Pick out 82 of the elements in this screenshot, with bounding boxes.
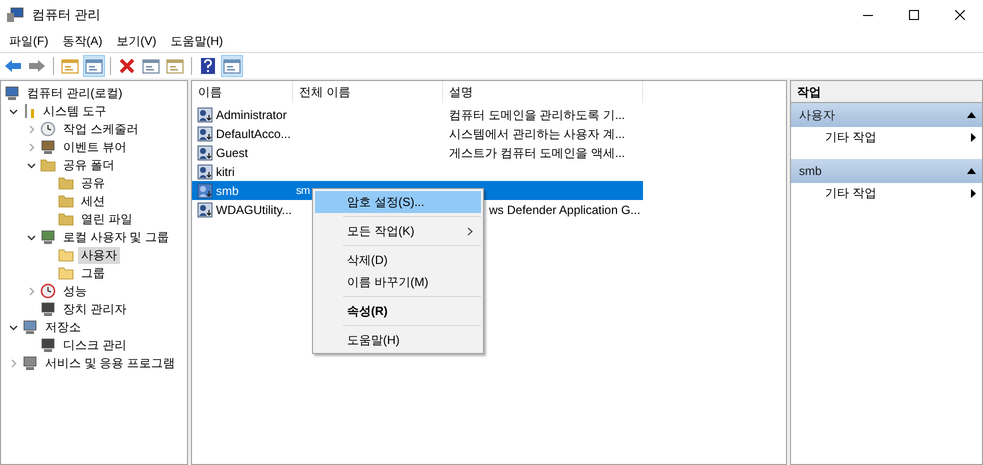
table-cell[interactable]: Guest — [216, 144, 248, 162]
submenu-chevron-icon — [467, 226, 473, 236]
expand-chevron-icon[interactable] — [26, 286, 36, 296]
collapse-chevron-icon[interactable] — [8, 322, 18, 332]
collapse-chevron-icon[interactable] — [26, 160, 36, 170]
action-section-header[interactable]: 사용자 — [791, 103, 982, 127]
computer-icon — [40, 302, 56, 316]
close-icon — [955, 10, 965, 20]
tree-item[interactable]: 서비스 및 응용 프로그램 — [42, 354, 178, 372]
tree-item[interactable]: 사용자 — [78, 246, 120, 264]
collapse-chevron-icon[interactable] — [26, 232, 36, 242]
table-cell: 컴퓨터 도메인을 관리하도록 기... — [449, 108, 626, 122]
table-cell: 게스트가 컴퓨터 도메인을 액세... — [449, 146, 626, 160]
action-item[interactable]: 기타 작업 — [791, 127, 982, 147]
menu-bar-item[interactable]: 동작(A) — [55, 32, 110, 50]
context-menu-item[interactable]: 삭제(D) — [315, 249, 481, 271]
actions-header: 작업 — [791, 81, 982, 103]
user-icon — [197, 202, 213, 218]
panel-icon — [223, 58, 241, 74]
document-icon — [142, 58, 160, 74]
menu-bar-item[interactable]: 도움말(H) — [163, 32, 230, 50]
table-cell[interactable]: Administrator — [216, 106, 287, 124]
expand-chevron-icon[interactable] — [8, 358, 18, 368]
window-title: 컴퓨터 관리 — [32, 6, 101, 24]
panel-icon — [85, 58, 103, 74]
menu-bar-item[interactable]: 파일(F) — [2, 32, 56, 50]
context-menu-item[interactable]: 도움말(H) — [315, 329, 481, 351]
menu-bar-item[interactable]: 보기(V) — [109, 32, 164, 50]
table-cell[interactable]: DefaultAcco... — [216, 124, 291, 142]
column-header[interactable]: 이름 — [192, 81, 293, 103]
tree-item[interactable]: 공유 폴더 — [60, 156, 118, 174]
table-cell[interactable]: WDAGUtility... — [216, 200, 292, 218]
tree-item[interactable]: 이벤트 뷰어 — [60, 138, 130, 156]
computer-icon — [40, 140, 56, 154]
help-icon — [200, 56, 216, 74]
context-menu-item[interactable]: 암호 설정(S)... — [315, 191, 481, 213]
action-item[interactable]: 기타 작업 — [791, 183, 982, 203]
tree-item[interactable]: 세션 — [78, 192, 108, 210]
tree-item[interactable]: 컴퓨터 관리(로컬) — [24, 84, 126, 102]
column-header[interactable]: 전체 이름 — [293, 81, 443, 103]
tree-item[interactable]: 디스크 관리 — [60, 336, 130, 354]
table-cell: sm — [296, 185, 310, 198]
gauge-icon — [40, 283, 56, 299]
computer-icon — [22, 356, 38, 370]
tree-item[interactable]: 저장소 — [42, 318, 84, 336]
context-menu-item[interactable]: 이름 바꾸기(M) — [315, 271, 481, 293]
user-icon — [197, 144, 213, 160]
collapse-chevron-icon[interactable] — [8, 106, 18, 116]
computer-icon — [40, 338, 56, 352]
tree-item[interactable]: 열린 파일 — [78, 210, 136, 228]
tree-item[interactable]: 로컬 사용자 및 그룹 — [60, 228, 172, 246]
user-icon — [197, 164, 213, 180]
tree-item[interactable]: 그룹 — [78, 264, 108, 282]
tree-item[interactable]: 시스템 도구 — [40, 102, 110, 120]
clock-icon — [40, 121, 56, 137]
minimize-icon — [863, 14, 873, 16]
user-icon — [197, 126, 213, 142]
context-menu-item[interactable]: 속성(R) — [315, 300, 481, 322]
computer-icon — [22, 320, 38, 334]
context-menu-item[interactable]: 모든 작업(K) — [315, 220, 481, 242]
submenu-triangle-icon — [971, 132, 976, 142]
document-icon — [166, 58, 184, 74]
forward-arrow-icon — [28, 58, 46, 72]
user-icon — [197, 182, 213, 198]
back-arrow-icon — [4, 58, 22, 72]
close-icon — [119, 58, 135, 74]
tree-item[interactable]: 장치 관리자 — [60, 300, 130, 318]
maximize-icon — [909, 10, 919, 20]
action-section-header[interactable]: smb — [791, 159, 982, 183]
column-header[interactable]: 설명 — [443, 81, 643, 103]
tree-item[interactable]: 공유 — [78, 174, 108, 192]
table-cell: 시스템에서 관리하는 사용자 계... — [449, 126, 626, 140]
computer-management-icon — [6, 7, 24, 23]
table-cell[interactable]: smb — [216, 182, 239, 200]
submenu-triangle-icon — [971, 188, 976, 198]
computer-icon — [40, 230, 56, 244]
tree-item[interactable]: 성능 — [60, 282, 90, 300]
table-cell[interactable]: kitri — [216, 162, 235, 180]
table-cell: ws Defender Application G... — [489, 202, 640, 216]
computer-icon — [4, 86, 20, 100]
user-icon — [197, 106, 213, 122]
tree-item[interactable]: 작업 스케줄러 — [60, 120, 142, 138]
